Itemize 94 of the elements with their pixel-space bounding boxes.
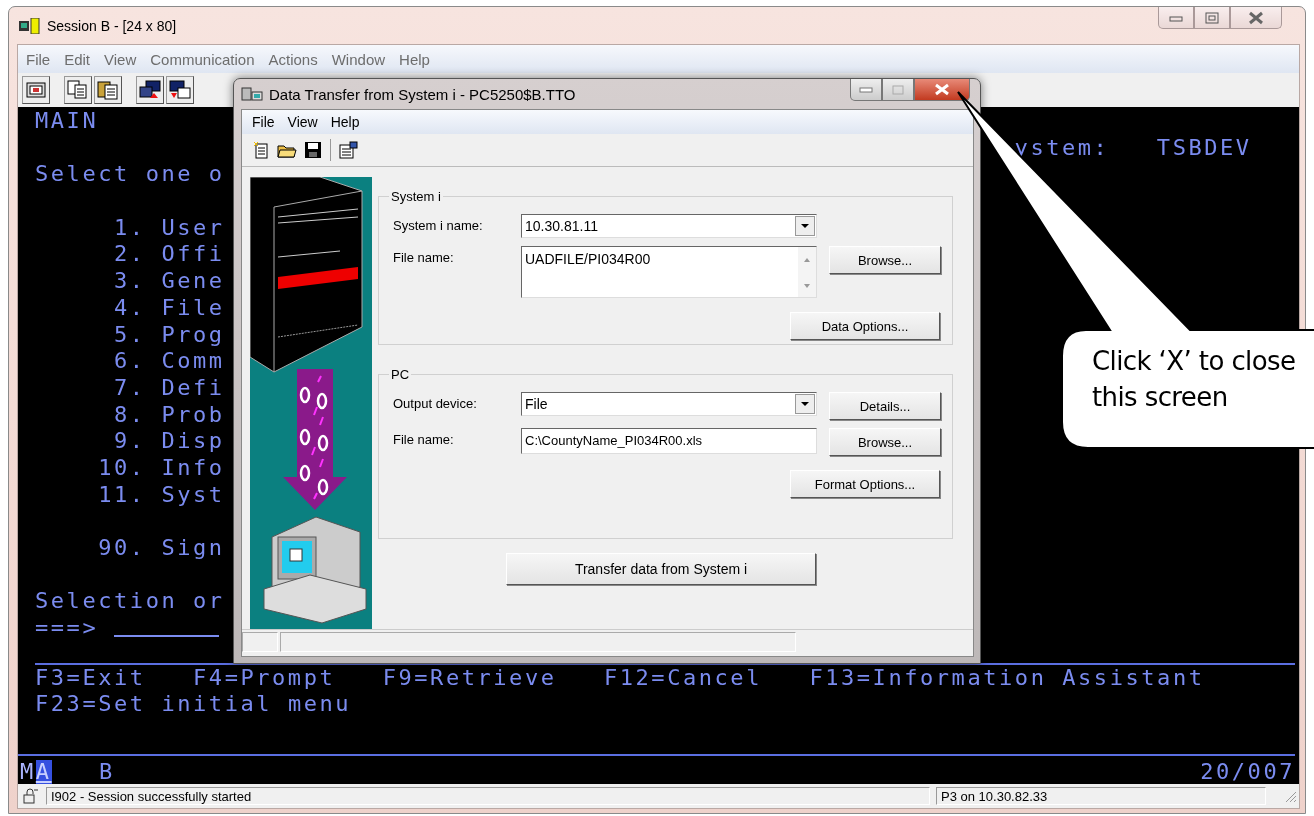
- option-number: 90.: [97, 535, 146, 562]
- field-label: Output device:: [393, 395, 478, 411]
- option-number: 8.: [112, 401, 146, 429]
- session-mode: M: [20, 760, 36, 784]
- receive-computer-icon[interactable]: [166, 76, 194, 104]
- file-name-field[interactable]: UADFILE/PI034R00: [521, 246, 817, 298]
- browse-button[interactable]: Browse...: [829, 246, 941, 274]
- maximize-icon: [1205, 11, 1219, 24]
- save-icon[interactable]: [302, 139, 324, 161]
- field-label: File name:: [393, 249, 455, 265]
- properties-icon[interactable]: [337, 139, 359, 161]
- details-button[interactable]: Details...: [829, 392, 941, 420]
- option-number: 3.: [112, 268, 146, 295]
- field-label: System i name:: [393, 217, 484, 233]
- option-number: 10.: [97, 454, 146, 482]
- close-icon: [934, 83, 950, 96]
- menu-item[interactable]: File: [26, 50, 51, 68]
- display-icon[interactable]: [22, 76, 50, 104]
- instruction-text: Select one o: [35, 161, 225, 189]
- session-id: B: [99, 760, 115, 784]
- function-key: F4=Prompt: [193, 664, 336, 692]
- cursor-character: A: [35, 760, 52, 784]
- option-number: 6.: [112, 348, 146, 375]
- field-label: File name:: [393, 431, 455, 447]
- selection-prompt: Selection or: [35, 588, 225, 616]
- option-label: Prog: [161, 321, 225, 349]
- menu-item[interactable]: View: [287, 114, 318, 130]
- minimize-icon: [1169, 13, 1183, 22]
- function-key: F23=Set initial menu: [35, 691, 352, 719]
- dialog-title: Data Transfer from System i - PC5250$B.TTO: [269, 85, 576, 103]
- app-icon: [19, 17, 41, 34]
- option-number: 2.: [112, 241, 146, 269]
- option-label: Syst: [161, 481, 225, 509]
- option-label: Sign: [161, 535, 225, 562]
- option-label: Info: [161, 454, 225, 482]
- option-number: 9.: [112, 428, 146, 455]
- option-label: Gene: [161, 268, 225, 295]
- menu-item[interactable]: File: [252, 114, 275, 130]
- group-legend: System i: [389, 189, 443, 204]
- option-number: 11.: [97, 481, 146, 509]
- transfer-button[interactable]: Transfer data from System i: [506, 553, 816, 585]
- command-prompt: ===>: [35, 615, 99, 642]
- menu-item[interactable]: View: [104, 50, 137, 68]
- browse-button[interactable]: Browse...: [829, 428, 941, 456]
- system-name: TSBDEV: [1156, 134, 1252, 162]
- output-device-dropdown[interactable]: File: [521, 392, 817, 416]
- function-key: F13=Information Assistant: [809, 664, 1205, 692]
- option-label: File: [161, 294, 225, 322]
- option-label: Disp: [161, 428, 225, 455]
- cursor-position: 20/007: [1200, 760, 1295, 784]
- option-number: 4.: [112, 294, 146, 322]
- maximize-button[interactable]: [882, 79, 914, 101]
- option-number: 5.: [112, 321, 146, 349]
- lock-icon: [22, 788, 40, 804]
- format-options-button[interactable]: Format Options...: [790, 470, 940, 498]
- option-label: Offi: [161, 241, 225, 269]
- data-options-button[interactable]: Data Options...: [790, 312, 940, 340]
- menu-item[interactable]: Communication: [150, 50, 255, 68]
- file-name-field[interactable]: C:\CountyName_PI034R00.xls: [521, 428, 817, 454]
- menu-item[interactable]: Window: [331, 50, 386, 68]
- copy-icon[interactable]: [64, 76, 92, 104]
- minimize-button[interactable]: [850, 79, 882, 101]
- window-title: Session B - [24 x 80]: [47, 17, 177, 34]
- minimize-icon: [859, 86, 873, 93]
- option-number: 7.: [112, 374, 146, 402]
- option-label: Prob: [161, 401, 225, 429]
- function-key: F3=Exit: [35, 664, 146, 692]
- menu-name: MAIN: [35, 108, 99, 135]
- menu-item[interactable]: Edit: [64, 50, 91, 68]
- system-label: ystem:: [1014, 134, 1110, 162]
- callout-text: Click ‘X’ to close this screen: [1092, 345, 1297, 414]
- paste-icon[interactable]: [94, 76, 122, 104]
- dropdown-arrow-icon: [800, 223, 810, 229]
- transfer-app-icon: [241, 85, 263, 103]
- dropdown-arrow-icon: [800, 401, 810, 407]
- option-label: Defi: [161, 374, 225, 402]
- group-legend: PC: [389, 367, 412, 382]
- maximize-icon: [892, 84, 904, 95]
- menu-item[interactable]: Actions: [268, 50, 318, 68]
- function-key: F9=Retrieve: [382, 664, 557, 692]
- resize-grip-icon[interactable]: [1283, 789, 1297, 803]
- send-computer-icon[interactable]: [136, 76, 164, 104]
- menu-item[interactable]: Help: [399, 50, 430, 68]
- system-name-dropdown[interactable]: 10.30.81.11: [521, 214, 817, 238]
- menu-item[interactable]: Help: [330, 114, 360, 130]
- close-icon: [1248, 10, 1264, 25]
- function-key: F12=Cancel: [603, 664, 762, 692]
- option-label: Comm: [161, 348, 225, 375]
- close-button[interactable]: [914, 79, 970, 101]
- status-panel: [242, 632, 278, 652]
- status-message: I902 - Session successfully started: [46, 787, 930, 805]
- option-label: User: [161, 214, 225, 242]
- option-number: 1.: [112, 214, 146, 242]
- connection-status: P3 on 10.30.82.33: [936, 787, 1266, 805]
